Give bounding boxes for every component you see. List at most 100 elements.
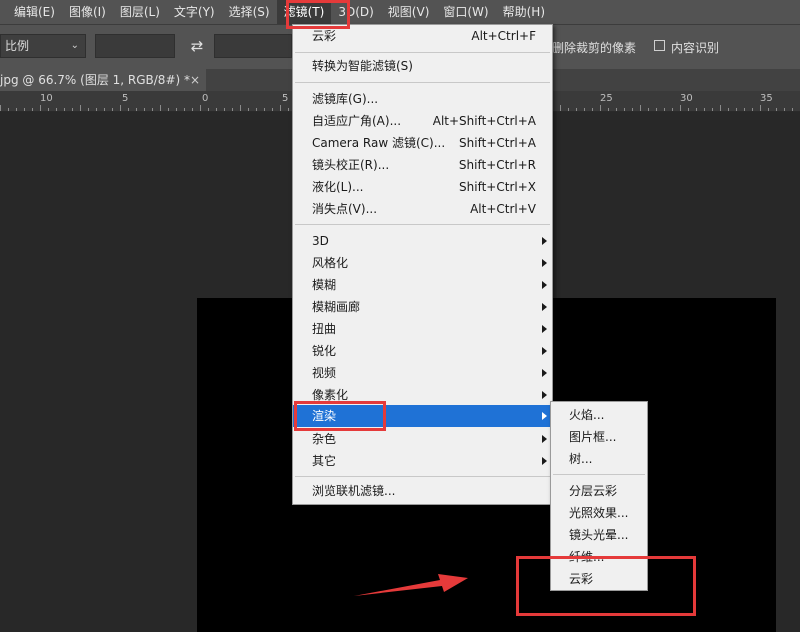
ratio-select[interactable]: 比例 ⌄ <box>0 34 86 58</box>
menu-item-video[interactable]: 视频 <box>293 362 552 384</box>
ruler-tick <box>160 105 161 111</box>
menu-item-convert-smart[interactable]: 转换为智能滤镜(S) <box>293 55 552 77</box>
ruler-tick <box>136 108 137 111</box>
menu-item-vanishing-point[interactable]: 消失点(V)... Alt+Ctrl+V <box>293 198 552 220</box>
menu-item-shortcut: Alt+Ctrl+V <box>470 202 536 216</box>
menu-item-other[interactable]: 其它 <box>293 450 552 472</box>
menu-divider <box>295 476 550 477</box>
ruler-tick <box>272 108 273 111</box>
menu-item-noise[interactable]: 杂色 <box>293 428 552 450</box>
ruler-tick <box>728 108 729 111</box>
submenu-arrow-icon <box>542 369 547 377</box>
ruler-tick <box>792 108 793 111</box>
menu-item-adaptive-wide-angle[interactable]: 自适应广角(A)... Alt+Shift+Ctrl+A <box>293 110 552 132</box>
ruler-tick <box>576 108 577 111</box>
ruler-tick <box>656 108 657 111</box>
menu-item-distort[interactable]: 扭曲 <box>293 318 552 340</box>
menu-item-shortcut: Alt+Ctrl+F <box>471 29 536 43</box>
ruler-tick <box>264 108 265 111</box>
menu-item-label: 消失点(V)... <box>312 202 378 216</box>
menu-divider <box>295 82 550 83</box>
ruler-tick <box>720 105 721 111</box>
ruler-tick <box>96 108 97 111</box>
submenu-item-label: 火焰... <box>569 408 605 422</box>
ruler-tick <box>624 108 625 111</box>
ruler-tick <box>288 108 289 111</box>
ratio-value: 比例 <box>5 39 30 53</box>
delete-cropped-label: 删除裁剪的像素 <box>552 41 637 55</box>
menu-item-blur-gallery[interactable]: 模糊画廊 <box>293 296 552 318</box>
submenu-item-tree[interactable]: 树... <box>551 448 647 470</box>
ruler-tick <box>784 108 785 111</box>
submenu-item-flame[interactable]: 火焰... <box>551 404 647 426</box>
menu-item-stylize[interactable]: 风格化 <box>293 252 552 274</box>
submenu-item-picture-frame[interactable]: 图片框... <box>551 426 647 448</box>
ruler-label: 0 <box>202 93 209 104</box>
ruler-tick <box>80 105 81 111</box>
menu-help[interactable]: 帮助(H) <box>496 0 552 24</box>
submenu-arrow-icon <box>542 457 547 465</box>
submenu-arrow-icon <box>542 412 547 420</box>
menu-item-lens-correction[interactable]: 镜头校正(R)... Shift+Ctrl+R <box>293 154 552 176</box>
ruler-tick <box>32 108 33 111</box>
menu-item-filter-gallery[interactable]: 滤镜库(G)... <box>293 88 552 110</box>
submenu-item-lighting-effects[interactable]: 光照效果... <box>551 502 647 524</box>
ruler-tick <box>128 108 129 111</box>
menu-item-liquify[interactable]: 液化(L)... Shift+Ctrl+X <box>293 176 552 198</box>
menu-item-sharpen[interactable]: 锐化 <box>293 340 552 362</box>
menu-item-3d[interactable]: 3D <box>293 230 552 252</box>
submenu-item-label: 图片框... <box>569 430 617 444</box>
ruler-tick <box>688 108 689 111</box>
menu-item-label: 其它 <box>312 454 337 468</box>
close-icon[interactable]: × <box>190 69 200 91</box>
menu-item-shortcut: Alt+Shift+Ctrl+A <box>432 114 536 128</box>
menu-item-browse-online[interactable]: 浏览联机滤镜... <box>293 480 552 502</box>
menu-item-label: 杂色 <box>312 432 337 446</box>
ruler-label: 25 <box>600 93 613 104</box>
ruler-tick <box>16 108 17 111</box>
submenu-arrow-icon <box>542 303 547 311</box>
menu-layer[interactable]: 图层(L) <box>113 0 167 24</box>
menu-select[interactable]: 选择(S) <box>222 0 277 24</box>
menu-window[interactable]: 窗口(W) <box>436 0 495 24</box>
menu-item-label: 镜头校正(R)... <box>312 158 390 172</box>
ruler-label: 35 <box>760 93 773 104</box>
ruler-tick <box>144 108 145 111</box>
menu-item-blur[interactable]: 模糊 <box>293 274 552 296</box>
width-field[interactable] <box>95 34 175 58</box>
ruler-tick <box>112 108 113 111</box>
document-tab[interactable]: jpg @ 66.7% (图层 1, RGB/8#) * × <box>0 69 206 91</box>
ruler-tick <box>648 108 649 111</box>
menu-divider <box>553 474 645 475</box>
ruler-tick <box>568 108 569 111</box>
ruler-tick <box>616 108 617 111</box>
submenu-item-difference-clouds[interactable]: 分层云彩 <box>551 480 647 502</box>
menu-view[interactable]: 视图(V) <box>381 0 437 24</box>
swap-arrows-icon[interactable]: ⇄ <box>188 36 206 56</box>
menu-divider <box>295 224 550 225</box>
submenu-arrow-icon <box>542 325 547 333</box>
submenu-arrow-icon <box>542 391 547 399</box>
content-aware-label: 内容识别 <box>671 41 720 55</box>
annotation-box-render <box>294 401 386 431</box>
menu-type[interactable]: 文字(Y) <box>167 0 222 24</box>
submenu-item-lens-flare[interactable]: 镜头光晕... <box>551 524 647 546</box>
menu-edit[interactable]: 编辑(E) <box>0 0 62 24</box>
ruler-tick <box>240 105 241 111</box>
ruler-tick <box>232 108 233 111</box>
submenu-arrow-icon <box>542 281 547 289</box>
menu-item-camera-raw[interactable]: Camera Raw 滤镜(C)... Shift+Ctrl+A <box>293 132 552 154</box>
ruler-tick <box>560 105 561 111</box>
filter-menu: 云彩 Alt+Ctrl+F 转换为智能滤镜(S) 滤镜库(G)... 自适应广角… <box>292 24 553 505</box>
ruler-tick <box>600 105 601 111</box>
height-field[interactable] <box>214 34 292 58</box>
content-aware-checkbox[interactable] <box>654 40 665 51</box>
ruler-tick <box>248 108 249 111</box>
ruler-tick <box>664 108 665 111</box>
ruler-tick <box>104 108 105 111</box>
ruler-tick <box>72 108 73 111</box>
ruler-tick <box>56 108 57 111</box>
menu-image[interactable]: 图像(I) <box>62 0 113 24</box>
ruler-tick <box>152 108 153 111</box>
menu-item-shortcut: Shift+Ctrl+X <box>459 180 536 194</box>
